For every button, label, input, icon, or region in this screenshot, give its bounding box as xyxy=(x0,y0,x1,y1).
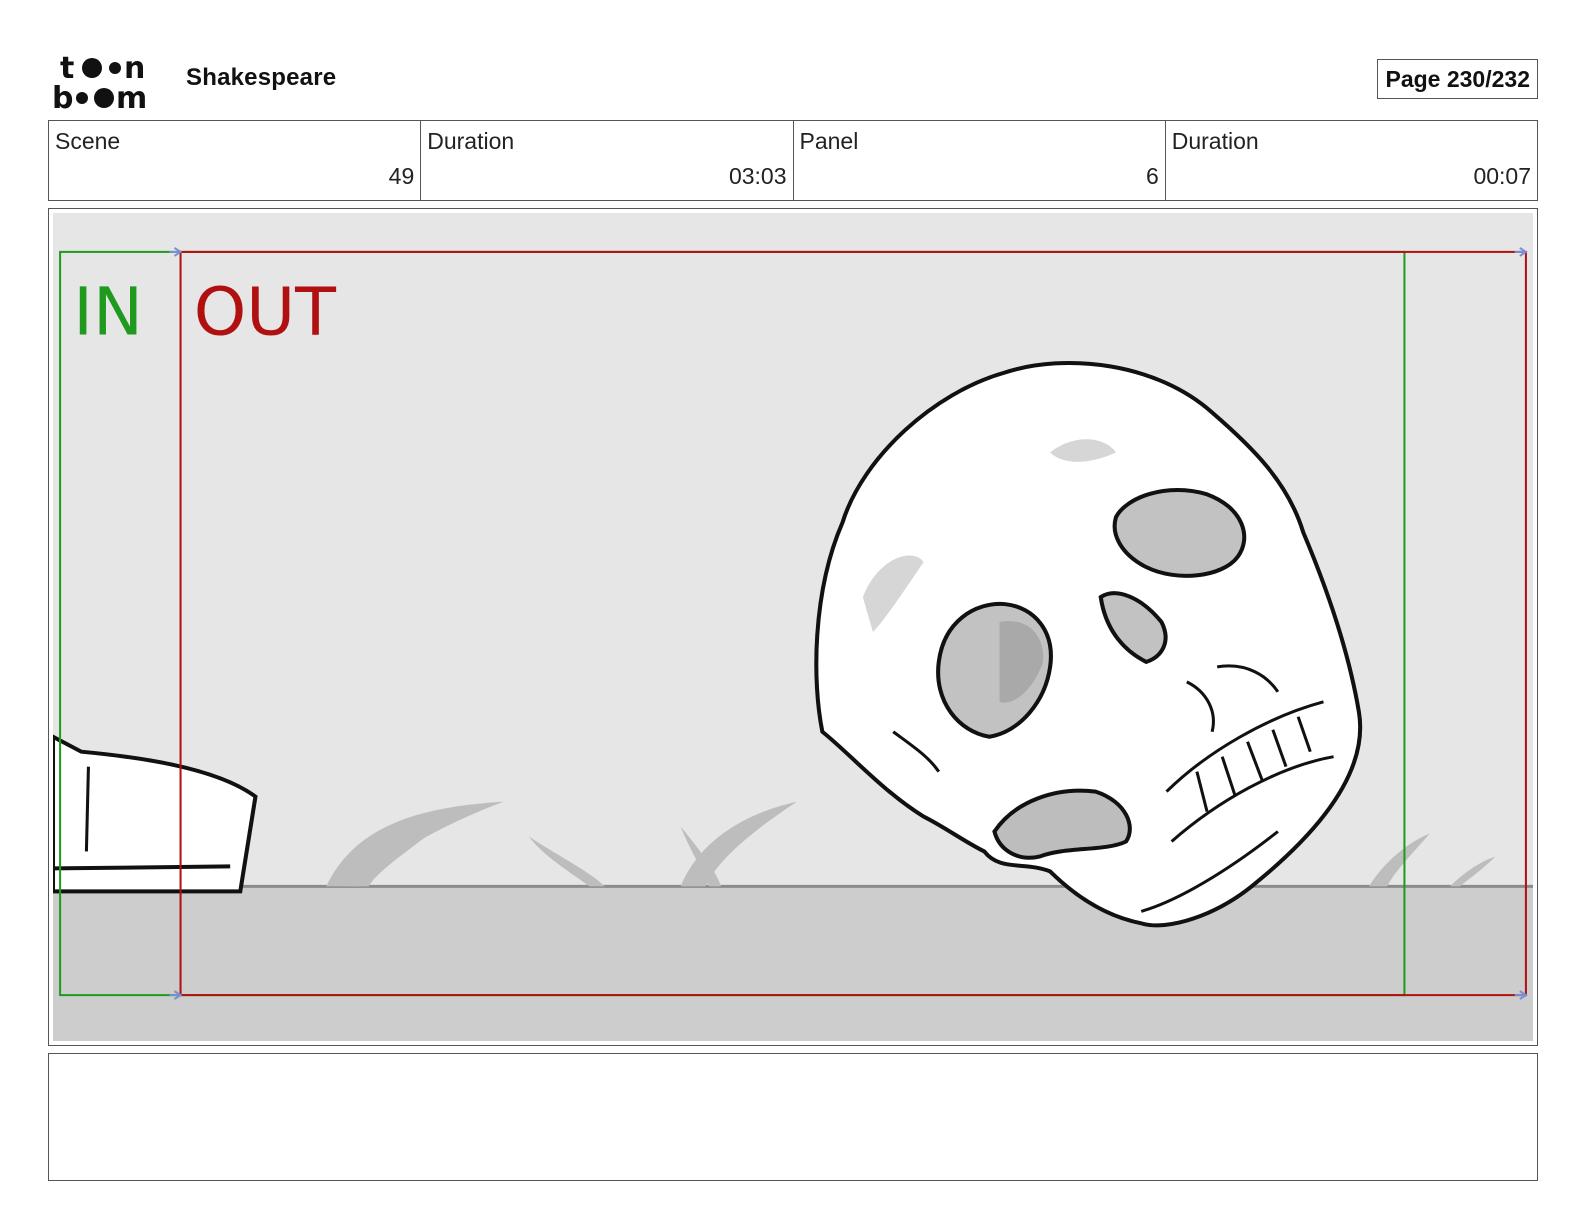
panel-frame: IN OUT xyxy=(48,208,1538,1046)
panel-notes-box xyxy=(48,1053,1538,1181)
panel-duration-label: Duration xyxy=(1171,128,1259,154)
panel-label: Panel xyxy=(799,128,859,154)
page-indicator: Page 230/232 xyxy=(1377,59,1538,99)
scene-duration-cell: Duration 03:03 xyxy=(420,121,792,200)
svg-text:b: b xyxy=(52,81,73,112)
out-label: OUT xyxy=(194,273,337,350)
panel-duration-value: 00:07 xyxy=(1473,163,1531,189)
panel-value: 6 xyxy=(1145,163,1159,189)
scene-cell: Scene 49 xyxy=(49,121,420,200)
svg-text:m: m xyxy=(116,81,147,112)
ground-area xyxy=(53,886,1533,1041)
toon-boom-logo: t n b m xyxy=(52,52,147,112)
panel-duration-cell: Duration 00:07 xyxy=(1164,121,1537,200)
panel-cell: Panel 6 xyxy=(792,121,1165,200)
scene-duration-label: Duration xyxy=(427,128,515,154)
panel-drawing: IN OUT xyxy=(53,213,1533,1041)
scene-info-table: Scene 49 Duration 03:03 Panel 6 Duration… xyxy=(48,120,1538,201)
scene-value: 49 xyxy=(388,163,415,189)
scene-label: Scene xyxy=(55,128,121,154)
project-title: Shakespeare xyxy=(186,64,337,91)
in-label: IN xyxy=(73,273,143,350)
scene-duration-value: 03:03 xyxy=(728,163,787,189)
storyboard-header: t n b m Shakespeare Page 230/232 xyxy=(48,50,1538,112)
